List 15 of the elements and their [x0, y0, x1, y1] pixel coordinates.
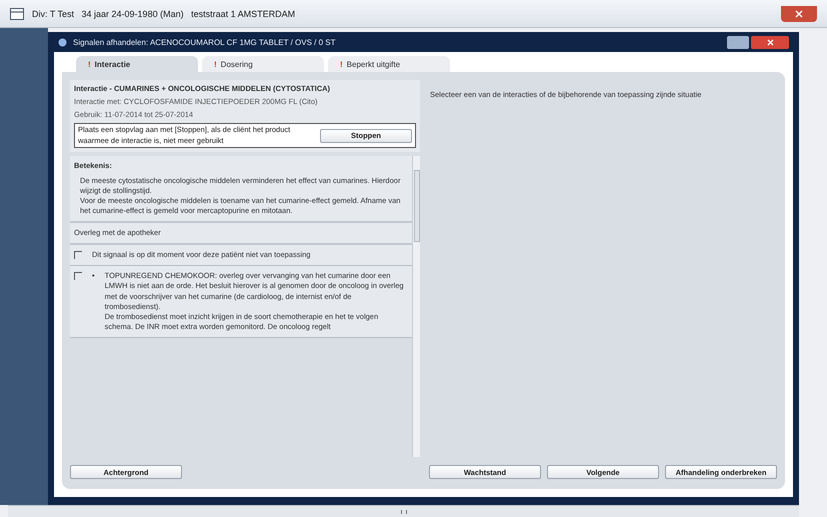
close-icon	[795, 10, 803, 18]
dialog-title: Signalen afhandelen: ACENOCOUMAROL CF 1MG TABLET / OVS / 0 ST	[73, 38, 336, 46]
dialog-icon	[58, 38, 67, 46]
close-button[interactable]	[751, 36, 789, 48]
horizontal-scrollbar[interactable]	[8, 505, 799, 517]
tab[interactable]: ! Interactie	[76, 56, 198, 72]
minimize-button[interactable]	[727, 36, 749, 48]
window-icon	[10, 8, 24, 20]
tab[interactable]: ! Beperkt uitgifte	[328, 56, 450, 72]
checkbox[interactable]	[74, 272, 82, 280]
tab[interactable]: ! Dosering	[202, 56, 324, 72]
close-icon	[766, 38, 774, 46]
scrollbar[interactable]	[412, 156, 420, 457]
checkbox[interactable]	[74, 251, 82, 260]
window-title: Div: T Test 34 jaar 24-09-1980 (Man) teststraat 1 AMSTERDAM	[32, 8, 296, 18]
